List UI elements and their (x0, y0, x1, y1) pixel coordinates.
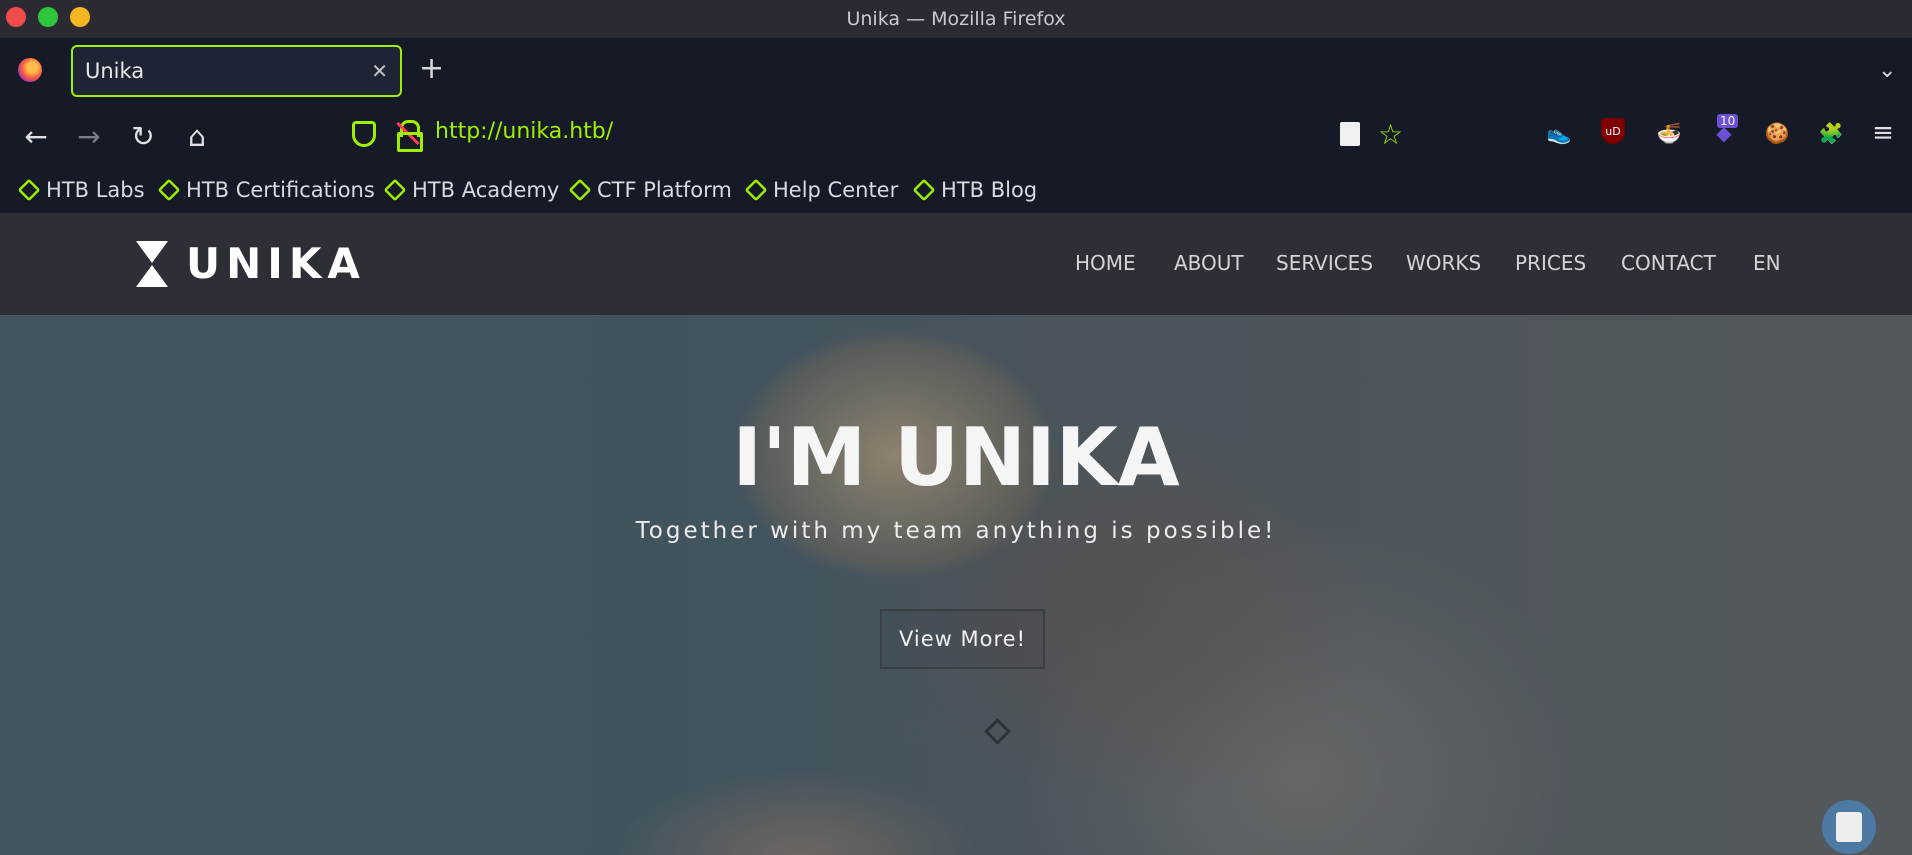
menu-about[interactable]: ABOUT (1174, 251, 1276, 275)
app-menu-icon[interactable]: ≡ (1868, 118, 1898, 148)
cube-icon (912, 178, 936, 202)
menu-language[interactable]: EN (1753, 251, 1781, 275)
tab-title: Unika (85, 59, 145, 83)
bookmark-htb-certifications[interactable]: HTB Certifications (157, 175, 375, 205)
tab-unika[interactable]: Unika ✕ (71, 45, 402, 97)
home-icon[interactable]: ⌂ (179, 118, 215, 154)
close-window-button[interactable] (6, 7, 26, 27)
cube-icon (17, 178, 41, 202)
slide-dot-3[interactable] (984, 718, 1011, 745)
insecure-connection-lock-icon[interactable] (396, 120, 423, 152)
bookmark-htb-labs[interactable]: HTB Labs (17, 175, 145, 205)
cube-icon (157, 178, 181, 202)
extensions-puzzle-icon[interactable]: 🧩 (1816, 118, 1846, 148)
bookmark-ctf-platform[interactable]: CTF Platform (568, 175, 732, 205)
cube-icon (383, 178, 407, 202)
hero-subtitle: Together with my team anything is possib… (635, 518, 1277, 544)
menu-prices[interactable]: PRICES (1515, 251, 1621, 275)
ublock-origin-icon[interactable]: uD (1601, 118, 1625, 144)
tracking-protection-shield-icon[interactable] (352, 121, 376, 147)
close-tab-icon[interactable]: ✕ (371, 59, 388, 83)
reload-icon[interactable]: ↻ (125, 118, 161, 154)
new-tab-button[interactable]: + (419, 54, 444, 84)
cube-icon (568, 178, 592, 202)
slide-dot-2[interactable] (943, 718, 970, 745)
bookmark-htb-blog[interactable]: HTB Blog (912, 175, 1037, 205)
menu-home[interactable]: HOME (1075, 251, 1174, 275)
address-bar-url[interactable]: http://unika.htb/ (435, 119, 613, 144)
maximize-window-button[interactable] (38, 7, 58, 27)
menu-works[interactable]: WORKS (1406, 251, 1515, 275)
window-controls (6, 7, 90, 27)
list-all-tabs-icon[interactable]: ⌄ (1878, 58, 1896, 83)
site-main-menu: HOME ABOUT SERVICES WORKS PRICES CONTACT… (1075, 251, 1781, 275)
extension-bowl-icon[interactable]: 🍜 (1654, 118, 1684, 148)
bookmark-star-icon[interactable]: ☆ (1378, 118, 1403, 151)
minimize-window-button[interactable] (70, 7, 90, 27)
navigation-toolbar (0, 103, 1912, 169)
hero-background-image (0, 315, 1912, 855)
unika-logo-icon[interactable] (136, 241, 168, 287)
menu-contact[interactable]: CONTACT (1621, 251, 1753, 275)
site-logo-text[interactable]: UNIKA (186, 240, 366, 288)
window-titlebar: Unika — Mozilla Firefox (0, 0, 1912, 38)
view-more-button[interactable]: View More! (880, 609, 1045, 669)
back-icon[interactable]: ← (18, 118, 54, 154)
page-action-icon[interactable] (1340, 122, 1360, 146)
cube-icon (744, 178, 768, 202)
firefox-logo-icon[interactable] (18, 58, 42, 82)
slide-dot-1[interactable] (902, 718, 929, 745)
hero-title: I'M UNIKA (732, 411, 1180, 504)
forward-icon[interactable]: → (71, 118, 107, 154)
bookmark-htb-academy[interactable]: HTB Academy (383, 175, 559, 205)
window-title: Unika — Mozilla Firefox (846, 8, 1066, 30)
menu-services[interactable]: SERVICES (1276, 251, 1406, 275)
cookie-icon[interactable]: 🍪 (1762, 118, 1792, 148)
extension-badge: 10 (1717, 114, 1739, 128)
bookmark-help-center[interactable]: Help Center (744, 175, 898, 205)
slider-indicators (902, 718, 1011, 745)
extension-shoe-icon[interactable]: 👟 (1544, 118, 1574, 148)
clipboard-widget-icon[interactable] (1822, 800, 1876, 854)
